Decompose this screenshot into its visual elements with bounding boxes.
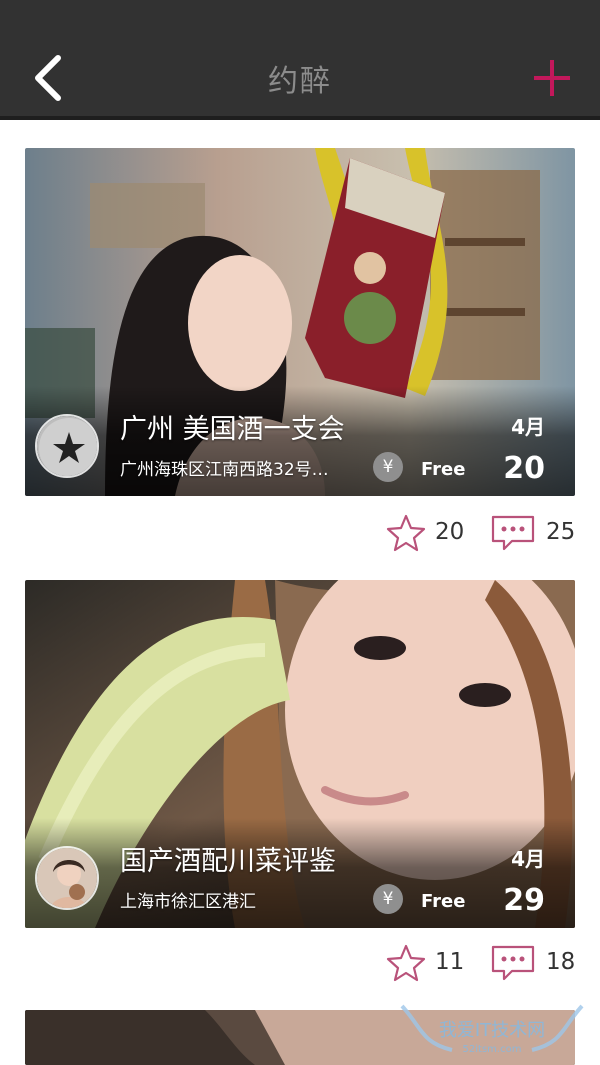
event-title: 国产酒配川菜评鉴	[120, 846, 336, 877]
svg-text:52itsm.com: 52itsm.com	[463, 1044, 522, 1055]
comment-icon[interactable]	[490, 514, 536, 552]
star-icon[interactable]	[386, 944, 426, 982]
event-day: 20	[503, 451, 545, 486]
comment-icon[interactable]	[490, 944, 536, 982]
add-icon[interactable]	[532, 58, 572, 98]
comment-count: 25	[546, 519, 576, 545]
star-count: 11	[435, 949, 465, 975]
host-avatar[interactable]	[35, 414, 99, 478]
yen-icon: ¥	[373, 884, 403, 914]
page-title: 约醉	[268, 64, 332, 99]
host-avatar[interactable]	[35, 846, 99, 910]
event-price: Free	[421, 459, 466, 480]
star-count: 20	[435, 519, 465, 545]
event-stats: 20 25	[0, 512, 600, 552]
event-day: 29	[503, 883, 545, 918]
app-header: 约醉	[0, 0, 600, 120]
star-icon[interactable]	[386, 514, 426, 552]
event-card[interactable]: 广州 美国酒一支会 广州海珠区江南西路32号… ¥ Free 4月 20	[25, 148, 575, 496]
event-stats: 11 18	[0, 942, 600, 982]
svg-text:我爱IT技术网: 我爱IT技术网	[439, 1020, 545, 1041]
yen-icon: ¥	[373, 452, 403, 482]
event-title: 广州 美国酒一支会	[120, 414, 345, 445]
event-month: 4月	[511, 415, 545, 439]
comment-count: 18	[546, 949, 576, 975]
event-address: 广州海珠区江南西路32号…	[120, 460, 329, 480]
event-month: 4月	[511, 847, 545, 871]
event-address: 上海市徐汇区港汇	[120, 892, 256, 912]
site-watermark-logo: 我爱IT技术网 52itsm.com	[400, 1004, 584, 1055]
event-card[interactable]: 国产酒配川菜评鉴 上海市徐汇区港汇 ¥ Free 4月 29	[25, 580, 575, 928]
event-price: Free	[421, 891, 466, 912]
